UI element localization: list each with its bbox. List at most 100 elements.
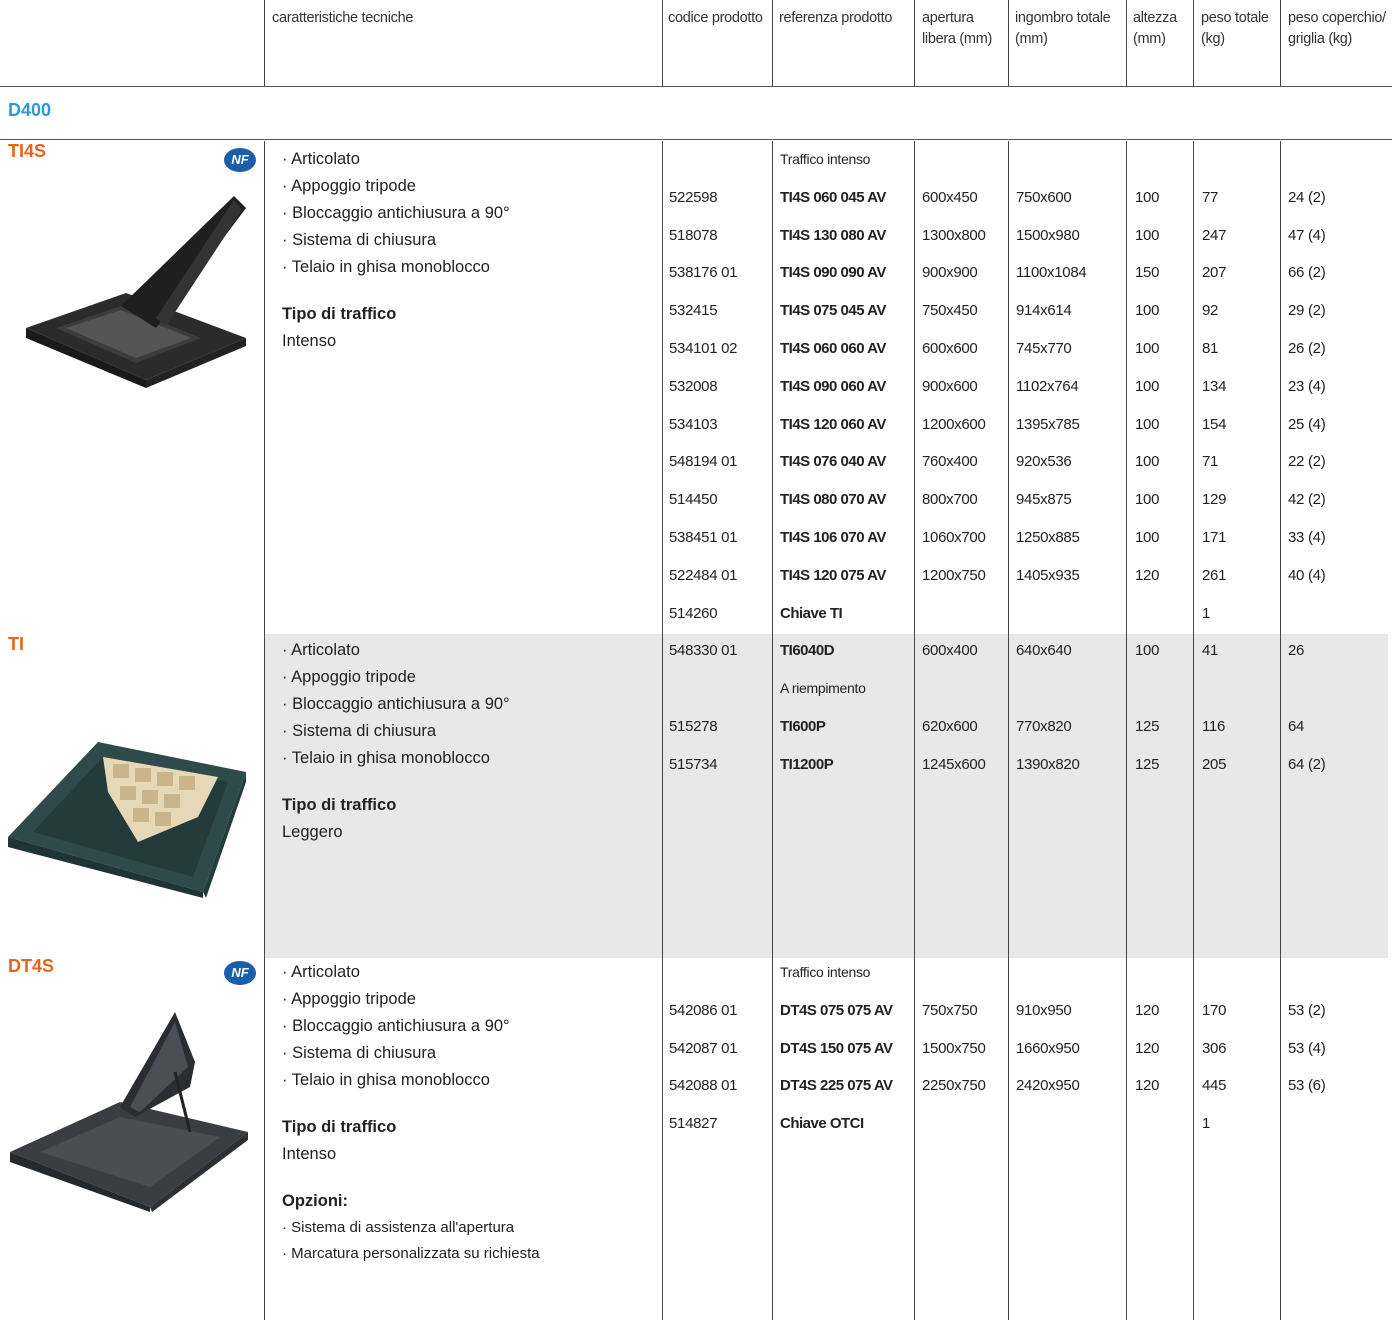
column-divider (1126, 141, 1127, 1320)
cell-code: 522484 01 (669, 566, 738, 584)
cell-opening: 1200x600 (922, 415, 986, 433)
cell-weight: 445 (1202, 1077, 1227, 1095)
cell-code: 532008 (669, 377, 718, 395)
feature-item: · Telaio in ghisa monoblocco (282, 1071, 490, 1089)
column-divider (662, 141, 663, 1320)
cell-code: 538176 01 (669, 264, 738, 282)
cell-overall: 1405x935 (1016, 566, 1080, 584)
cell-code: 542086 01 (669, 1001, 738, 1019)
nf-certification-icon: NF (224, 148, 256, 172)
cell-code: 514827 (669, 1115, 718, 1133)
column-divider (1008, 141, 1009, 1320)
feature-item: · Articolato (282, 963, 360, 981)
cell-weight: 306 (1202, 1039, 1227, 1057)
cell-weight: 154 (1202, 415, 1227, 433)
ti4s-features: · Articolato · Appoggio tripode · Bloccagg… (282, 146, 510, 355)
header-opening: apertura libera (mm) (922, 10, 993, 47)
cell-weight: 116 (1202, 718, 1226, 735)
cell-ref: TI4S 120 060 AV (780, 415, 886, 433)
cell-code: 532415 (669, 302, 718, 320)
cell-cover: 66 (2) (1288, 264, 1326, 282)
cell-height: 100 (1135, 529, 1160, 546)
header-ref: referenza prodotto (779, 10, 893, 26)
cell-ref: TI4S 060 060 AV (780, 340, 886, 357)
cell-ref: TI4S 130 080 AV (780, 226, 886, 244)
cell-ref: Traffico intenso (780, 151, 871, 167)
cell-ref: A riempimento (780, 680, 866, 696)
cell-code: 548330 01 (669, 642, 738, 659)
cell-height: 120 (1135, 1001, 1160, 1019)
column-divider (1193, 0, 1194, 86)
header-height: altezza (mm) (1133, 10, 1177, 47)
cell-opening: 620x600 (922, 718, 978, 735)
cell-height: 125 (1135, 756, 1160, 773)
cell-overall: 1500x980 (1016, 226, 1080, 244)
column-divider (1126, 0, 1127, 86)
cell-ref: Chiave OTCI (780, 1115, 864, 1133)
cell-weight: 41 (1202, 642, 1219, 659)
cell-ref: TI4S 076 040 AV (780, 453, 886, 471)
cell-code: 534101 02 (669, 340, 738, 357)
cell-opening: 600x450 (922, 188, 978, 206)
cell-height: 100 (1135, 302, 1160, 320)
cell-opening: 760x400 (922, 453, 978, 471)
cell-height: 100 (1135, 226, 1160, 244)
cell-height: 150 (1135, 264, 1160, 282)
cell-opening: 750x450 (922, 302, 978, 320)
cell-height: 125 (1135, 718, 1160, 735)
cell-opening: 1060x700 (922, 529, 986, 546)
cell-cover: 47 (4) (1288, 226, 1326, 244)
cell-overall: 1395x785 (1016, 415, 1080, 433)
cell-ref: Chiave TI (780, 604, 843, 622)
cell-overall: 750x600 (1016, 188, 1072, 206)
feature-item: · Telaio in ghisa monoblocco (282, 749, 490, 767)
dt4s-product-image (10, 1012, 248, 1212)
cell-weight: 92 (1202, 302, 1219, 320)
cell-ref: TI4S 120 075 AV (780, 566, 886, 584)
cell-code: 542087 01 (669, 1039, 738, 1057)
cell-opening: 600x400 (922, 642, 978, 659)
cell-weight: 81 (1202, 340, 1219, 357)
cell-overall: 945x875 (1016, 491, 1072, 509)
column-divider (662, 0, 663, 86)
cell-weight: 129 (1202, 491, 1227, 509)
cell-ref: TI6040D (780, 642, 835, 659)
cell-weight: 134 (1202, 377, 1227, 395)
feature-item: · Appoggio tripode (282, 990, 416, 1008)
feature-item: · Articolato (282, 641, 360, 659)
section-title-dt4s: DT4S (8, 956, 55, 976)
feature-item: · Bloccaggio antichiusura a 90° (282, 204, 510, 222)
column-divider (914, 0, 915, 86)
cell-ref: TI4S 075 045 AV (780, 302, 886, 320)
cell-cover: 33 (4) (1288, 529, 1326, 546)
cell-cover: 22 (2) (1288, 453, 1326, 471)
header-features: caratteristiche tecniche (272, 10, 414, 26)
cell-cover: 64 (2) (1288, 756, 1326, 773)
traffic-value: Intenso (282, 1145, 337, 1163)
cell-ref: TI4S 090 090 AV (780, 264, 886, 282)
cell-cover: 42 (2) (1288, 491, 1326, 509)
cell-overall: 1390x820 (1016, 756, 1080, 773)
traffic-value: Intenso (282, 332, 337, 350)
header-cover: peso coperchio/ griglia (kg) (1288, 10, 1386, 47)
cell-height: 100 (1135, 340, 1160, 357)
traffic-value: Leggero (282, 823, 343, 841)
cell-weight: 71 (1202, 453, 1219, 471)
cell-overall: 1102x764 (1016, 377, 1079, 395)
cell-ref: TI4S 090 060 AV (780, 377, 886, 395)
cell-cover: 29 (2) (1288, 302, 1326, 320)
cell-weight: 247 (1202, 226, 1227, 244)
column-divider (1193, 141, 1194, 1320)
cell-code: 518078 (669, 226, 718, 244)
dt4s-features: · Articolato · Appoggio tripode · Bloccagg… (282, 959, 540, 1267)
cell-weight: 77 (1202, 188, 1219, 206)
feature-item: · Sistema di chiusura (282, 231, 437, 249)
cell-height: 100 (1135, 377, 1160, 395)
ti-product-image (8, 742, 246, 898)
column-divider (1280, 141, 1281, 1320)
cell-height: 120 (1135, 566, 1160, 584)
section-title-ti: TI (8, 634, 24, 654)
grade-divider (0, 139, 1392, 140)
cell-overall: 745x770 (1016, 340, 1072, 357)
cell-opening: 1300x800 (922, 226, 986, 244)
